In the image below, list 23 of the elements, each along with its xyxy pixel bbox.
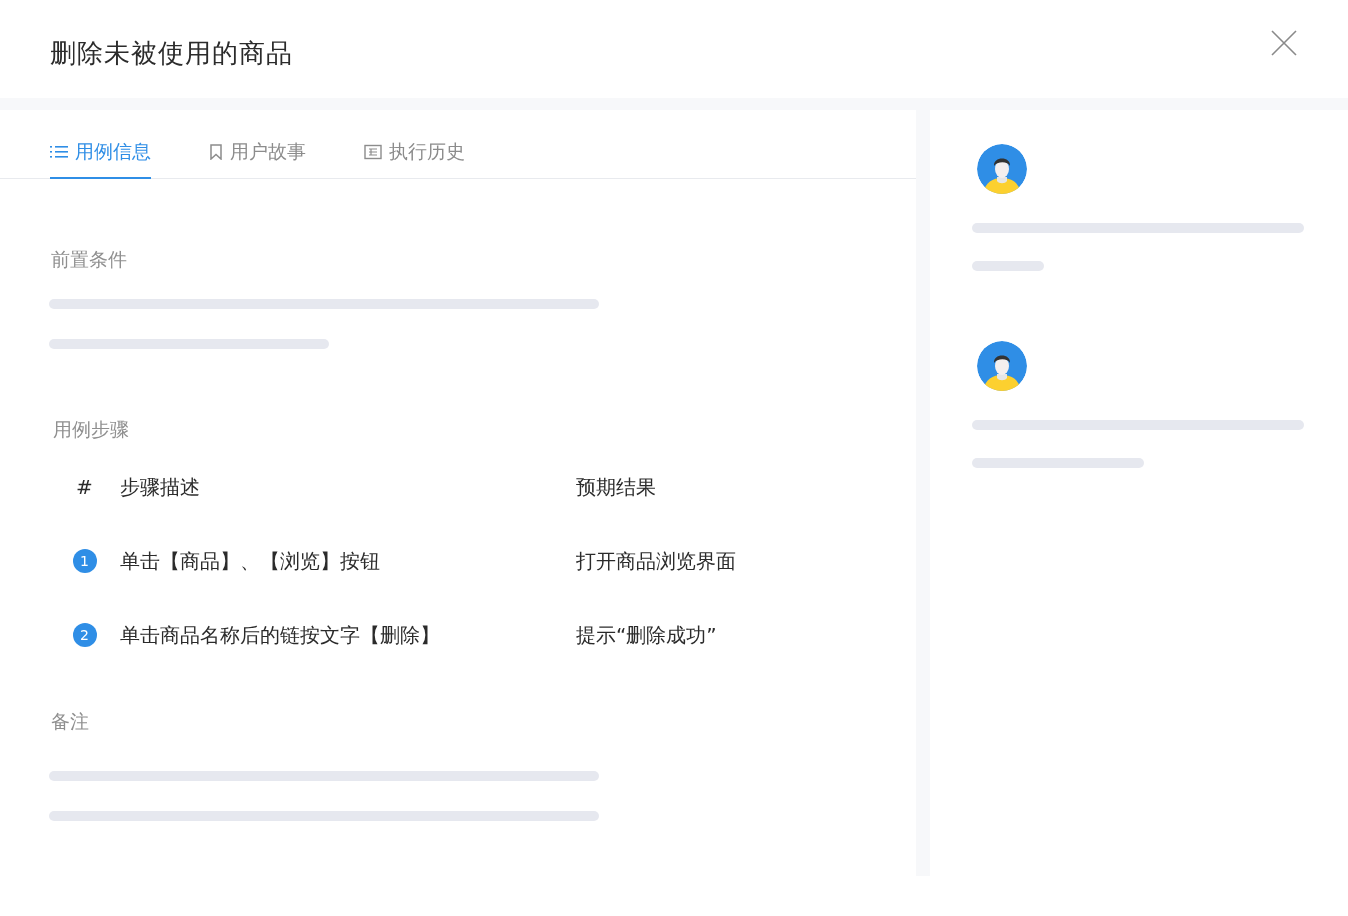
tab[interactable]: 用户故事 [209, 139, 306, 179]
section-title: 备注 [51, 709, 90, 734]
column-header: # [75, 475, 94, 499]
table-cell-text: 单击【商品】、【浏览】按钮 [120, 547, 381, 575]
avatar-icon [977, 144, 1027, 194]
tab[interactable]: 用例信息 [50, 139, 151, 179]
close-icon[interactable] [1271, 30, 1297, 56]
section-title: 前置条件 [51, 247, 128, 272]
column-header: 步骤描述 [120, 473, 201, 501]
table-cell-text: 单击商品名称后的链按文字【删除】 [120, 621, 441, 649]
avatar-icon [977, 341, 1027, 391]
tab[interactable]: 执行历史 [364, 139, 465, 179]
column-header: 预期结果 [576, 473, 656, 501]
table-cell: 提示“删除成功” [576, 621, 717, 649]
step-number: 2 [72, 623, 97, 647]
dialog-title: 删除未被使用的商品 [50, 37, 293, 70]
skeleton-line [972, 261, 1044, 271]
table-cell: 打开商品浏览界面 [576, 547, 736, 575]
section-title: 用例步骤 [53, 417, 130, 442]
list-icon [50, 145, 68, 159]
step-number: 1 [72, 549, 97, 573]
document-icon [364, 144, 382, 160]
bookmark-icon [209, 144, 223, 160]
